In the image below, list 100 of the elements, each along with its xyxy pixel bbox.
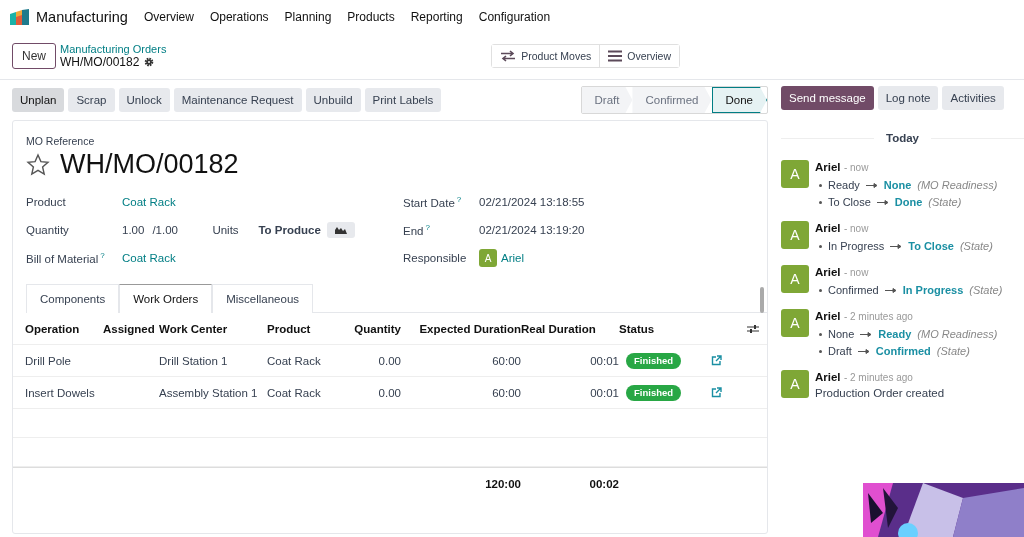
tab[interactable]: Components [26,284,120,313]
help-mark[interactable]: ? [425,223,430,233]
message-time: - 2 minutes ago [843,311,913,322]
arrow-icon [890,243,903,249]
column-header[interactable]: Quantity [345,313,401,345]
table-cell: Assembly Station 1 [159,377,267,409]
quantity-total: /1.00 [152,224,179,236]
field-name: (State) [969,284,1003,296]
action-button[interactable]: Unbuild [305,88,361,112]
table-cell: 00:01 [521,377,619,409]
message-time: - now [843,162,869,173]
bullet-icon [819,244,822,248]
field-label: MO Reference [25,134,96,147]
total-value: 120:00 [484,476,521,492]
field-name: (State) [928,196,962,208]
bullet-icon [819,200,822,204]
smart-button[interactable]: Overview [599,45,679,67]
tab[interactable]: Work Orders [119,284,213,313]
chatter-button[interactable]: Activities [942,86,1004,110]
action-button[interactable]: Maintenance Request [173,88,302,112]
avatar: A [781,370,809,398]
action-button[interactable]: Print Labels [364,88,442,112]
menu-item[interactable]: Operations [209,9,269,24]
menu-item[interactable]: Planning [284,9,332,24]
message-time: - now [843,267,869,278]
action-button[interactable]: Scrap [68,88,115,112]
new-value: Ready [878,328,912,340]
status-step[interactable]: Done [711,87,767,113]
menu-item[interactable]: Overview [143,9,194,24]
to-produce-label: To Produce [258,224,321,236]
menu-item[interactable]: Products [347,9,395,24]
settings-icon[interactable] [747,323,759,334]
user-link[interactable]: Ariel [501,252,524,264]
table-cell: Coat Rack [267,345,345,377]
field-name: (State) [959,240,993,252]
field-label: End [403,224,424,237]
column-header[interactable]: Work Center [159,313,267,345]
external-link-icon[interactable] [711,387,722,398]
action-button[interactable]: Unplan [12,88,65,112]
field-link[interactable]: Coat Rack [122,252,176,264]
app-logo-icon[interactable] [10,8,30,25]
menu-item[interactable]: Reporting [410,9,463,24]
new-button[interactable]: New [12,43,56,69]
old-value: None [828,328,855,340]
star-icon[interactable] [26,152,50,177]
status-step[interactable]: Confirmed [632,87,712,113]
gear-icon[interactable] [144,57,155,67]
column-header[interactable]: Real Duration [521,313,619,345]
avatar: A [781,221,809,249]
arrow-icon [857,348,870,354]
message-time: - 2 minutes ago [843,372,913,383]
table-cell: 60:00 [401,377,521,409]
chatter-button[interactable]: Send message [781,86,874,110]
column-header[interactable]: Expected Duration [401,313,521,345]
column-header[interactable]: Assigned [103,313,159,345]
table-cell: 60:00 [401,345,521,377]
breadcrumb-link[interactable]: Manufacturing Orders [60,43,167,55]
author-name: Ariel [815,161,841,173]
help-mark[interactable]: ? [456,195,462,205]
author-name: Ariel [815,371,841,383]
arrow-icon [865,182,878,188]
field-label: Bill of Material [26,252,99,265]
field-name: (MO Readiness) [917,179,998,191]
message-time: - now [843,223,869,234]
list-icon [608,50,623,62]
menu-item[interactable]: Configuration [478,9,551,24]
chart-icon [334,226,347,234]
date-separator: Today [886,132,919,144]
status-badge: Finished [626,384,682,401]
action-button[interactable]: Unlock [118,88,170,112]
external-link-icon[interactable] [711,355,722,366]
avatar: A [479,249,497,267]
avatar: A [781,265,809,293]
status-step[interactable]: Draft [581,87,633,113]
tab[interactable]: Miscellaneous [212,284,314,313]
avatar: A [781,309,809,337]
column-header[interactable]: Product [267,313,345,345]
author-name: Ariel [815,222,841,234]
field-link[interactable]: Coat Rack [122,196,176,208]
quantity-value: 1.00 [122,224,145,236]
new-value: Confirmed [875,345,931,357]
transfer-arrows-icon [500,50,517,62]
arrow-icon [876,199,889,205]
help-mark[interactable]: ? [100,251,105,261]
bullet-icon [819,332,822,336]
column-header[interactable]: Status [619,313,691,345]
new-value: None [883,179,912,191]
old-value: Ready [828,179,860,191]
message-body: Production Order created [815,387,945,399]
arrow-icon [884,287,897,293]
old-value: In Progress [828,240,885,252]
arrow-icon [860,331,873,337]
app-name[interactable]: Manufacturing [36,8,128,25]
column-header[interactable]: Operation [13,313,103,345]
unit-label: Units [212,224,240,236]
scrollbar[interactable] [760,287,764,313]
table-cell: 00:01 [521,345,619,377]
forecast-button[interactable] [326,222,355,238]
chatter-button[interactable]: Log note [877,86,939,110]
table-cell: Drill Pole [13,345,103,377]
